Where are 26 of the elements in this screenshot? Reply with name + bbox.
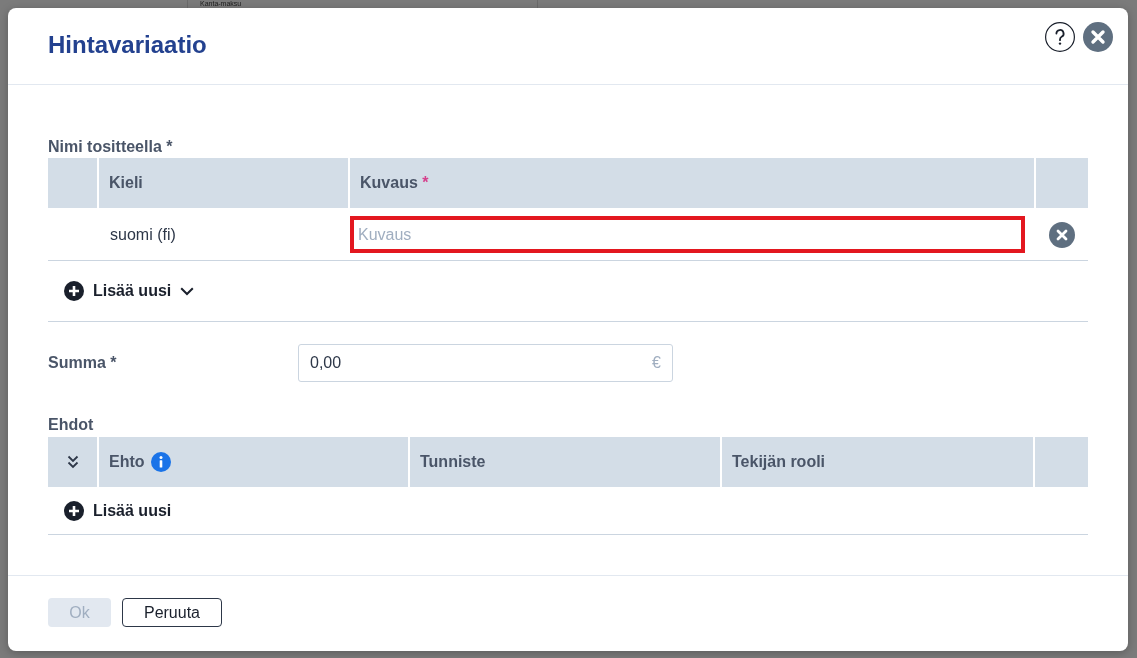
column-label: Tunniste: [420, 453, 486, 471]
column-header: [1035, 437, 1088, 487]
column-header: [48, 158, 97, 208]
column-header: [1036, 158, 1088, 208]
cancel-button[interactable]: Peruuta: [122, 598, 222, 627]
field-label: Summa *: [48, 353, 118, 373]
description-input[interactable]: Kuvaus: [350, 216, 1025, 253]
currency-suffix: €: [652, 354, 661, 372]
add-new-button[interactable]: Lisää uusi: [64, 500, 172, 521]
plus-icon: [64, 500, 84, 521]
dialog-title: Hintavariaatio: [48, 31, 208, 59]
column-label: Kieli: [109, 174, 143, 192]
column-label: Ehto: [109, 453, 145, 471]
help-icon[interactable]: [1045, 22, 1075, 52]
section-label: Nimi tositteella *: [48, 137, 174, 157]
add-new-button[interactable]: Lisää uusi: [64, 281, 195, 301]
chevron-down-icon: [180, 286, 195, 296]
close-icon[interactable]: [1049, 221, 1075, 248]
close-icon[interactable]: [1083, 22, 1113, 52]
section-label: Ehdot: [48, 415, 95, 435]
column-label: Kuvaus *: [360, 174, 429, 192]
double-chevron-down-icon[interactable]: [66, 455, 79, 469]
column-label: Tekijän rooli: [732, 453, 826, 471]
info-icon[interactable]: [150, 452, 171, 472]
language-name: suomi (fi): [110, 225, 176, 244]
plus-icon: [64, 281, 84, 301]
